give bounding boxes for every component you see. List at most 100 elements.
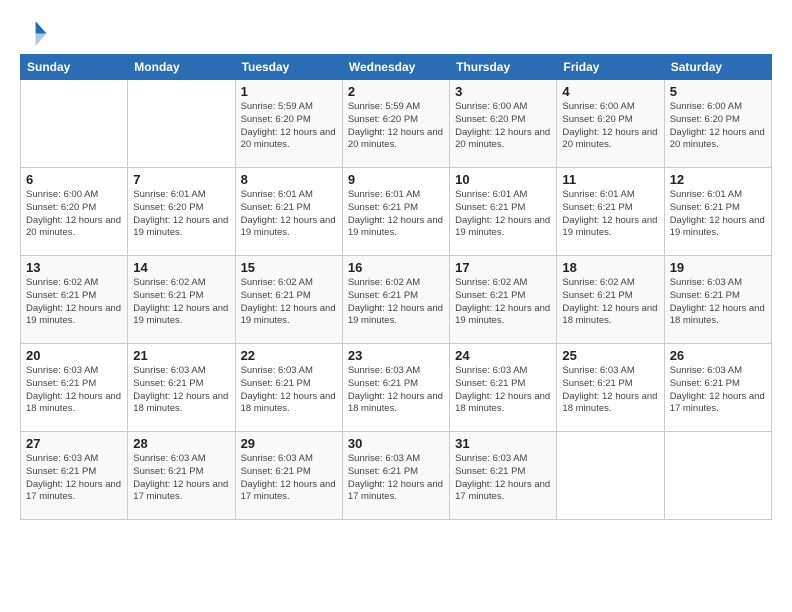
day-info: Sunrise: 6:03 AM Sunset: 6:21 PM Dayligh… bbox=[348, 453, 444, 504]
day-info: Sunrise: 6:00 AM Sunset: 6:20 PM Dayligh… bbox=[455, 101, 551, 152]
calendar-day-cell: 12 Sunrise: 6:01 AM Sunset: 6:21 PM Dayli… bbox=[664, 168, 771, 256]
calendar-day-cell: 8 Sunrise: 6:01 AM Sunset: 6:21 PM Daylig… bbox=[235, 168, 342, 256]
day-number: 14 bbox=[133, 260, 229, 275]
day-number: 11 bbox=[562, 172, 658, 187]
page: SundayMondayTuesdayWednesdayThursdayFrid… bbox=[0, 0, 792, 612]
day-info: Sunrise: 6:02 AM Sunset: 6:21 PM Dayligh… bbox=[241, 277, 337, 328]
calendar-day-cell: 18Sunrise: 6:02 AM Sunset: 6:21 PM Dayli… bbox=[557, 256, 664, 344]
calendar-day-cell: 26Sunrise: 6:03 AM Sunset: 6:21 PM Dayli… bbox=[664, 344, 771, 432]
day-info: Sunrise: 6:01 AM Sunset: 6:21 PM Dayligh… bbox=[455, 189, 551, 240]
day-number: 2 bbox=[348, 84, 444, 99]
day-info: Sunrise: 6:03 AM Sunset: 6:21 PM Dayligh… bbox=[455, 453, 551, 504]
calendar-day-cell: 19 Sunrise: 6:03 AM Sunset: 6:21 PM Dayli… bbox=[664, 256, 771, 344]
day-number: 24 bbox=[455, 348, 551, 363]
day-number: 5 bbox=[670, 84, 766, 99]
calendar-week-row: 27 Sunrise: 6:03 AM Sunset: 6:21 PM Dayli… bbox=[21, 432, 772, 520]
weekday-header: Monday bbox=[128, 55, 235, 80]
calendar-day-cell: 7 Sunrise: 6:01 AM Sunset: 6:20 PM Daylig… bbox=[128, 168, 235, 256]
day-info: Sunrise: 6:03 AM Sunset: 6:21 PM Dayligh… bbox=[133, 453, 229, 504]
day-info: Sunrise: 5:59 AM Sunset: 6:20 PM Dayligh… bbox=[241, 101, 337, 152]
calendar-day-cell: 31Sunrise: 6:03 AM Sunset: 6:21 PM Dayli… bbox=[450, 432, 557, 520]
day-number: 25 bbox=[562, 348, 658, 363]
calendar-day-cell: 1 Sunrise: 5:59 AM Sunset: 6:20 PM Daylig… bbox=[235, 80, 342, 168]
calendar-day-cell: 16Sunrise: 6:02 AM Sunset: 6:21 PM Dayli… bbox=[342, 256, 449, 344]
day-number: 3 bbox=[455, 84, 551, 99]
day-info: Sunrise: 6:01 AM Sunset: 6:21 PM Dayligh… bbox=[348, 189, 444, 240]
header bbox=[20, 18, 772, 46]
day-number: 10 bbox=[455, 172, 551, 187]
day-info: Sunrise: 6:03 AM Sunset: 6:21 PM Dayligh… bbox=[670, 277, 766, 328]
day-number: 21 bbox=[133, 348, 229, 363]
calendar-day-cell: 6Sunrise: 6:00 AM Sunset: 6:20 PM Daylig… bbox=[21, 168, 128, 256]
day-info: Sunrise: 6:03 AM Sunset: 6:21 PM Dayligh… bbox=[26, 453, 122, 504]
day-info: Sunrise: 6:03 AM Sunset: 6:21 PM Dayligh… bbox=[241, 365, 337, 416]
day-number: 19 bbox=[670, 260, 766, 275]
weekday-header: Tuesday bbox=[235, 55, 342, 80]
calendar-week-row: 6Sunrise: 6:00 AM Sunset: 6:20 PM Daylig… bbox=[21, 168, 772, 256]
day-info: Sunrise: 6:02 AM Sunset: 6:21 PM Dayligh… bbox=[455, 277, 551, 328]
logo bbox=[20, 18, 50, 46]
day-number: 30 bbox=[348, 436, 444, 451]
calendar-day-cell: 23Sunrise: 6:03 AM Sunset: 6:21 PM Dayli… bbox=[342, 344, 449, 432]
day-number: 15 bbox=[241, 260, 337, 275]
calendar-day-cell: 17 Sunrise: 6:02 AM Sunset: 6:21 PM Dayli… bbox=[450, 256, 557, 344]
day-info: Sunrise: 6:01 AM Sunset: 6:21 PM Dayligh… bbox=[562, 189, 658, 240]
day-number: 18 bbox=[562, 260, 658, 275]
weekday-header: Friday bbox=[557, 55, 664, 80]
day-info: Sunrise: 6:02 AM Sunset: 6:21 PM Dayligh… bbox=[133, 277, 229, 328]
calendar-day-cell: 24Sunrise: 6:03 AM Sunset: 6:21 PM Dayli… bbox=[450, 344, 557, 432]
calendar-day-cell: 15 Sunrise: 6:02 AM Sunset: 6:21 PM Dayli… bbox=[235, 256, 342, 344]
day-number: 28 bbox=[133, 436, 229, 451]
day-number: 7 bbox=[133, 172, 229, 187]
day-number: 8 bbox=[241, 172, 337, 187]
day-number: 27 bbox=[26, 436, 122, 451]
calendar-day-cell: 9 Sunrise: 6:01 AM Sunset: 6:21 PM Daylig… bbox=[342, 168, 449, 256]
day-info: Sunrise: 6:03 AM Sunset: 6:21 PM Dayligh… bbox=[133, 365, 229, 416]
day-info: Sunrise: 6:01 AM Sunset: 6:20 PM Dayligh… bbox=[133, 189, 229, 240]
calendar-day-cell: 28 Sunrise: 6:03 AM Sunset: 6:21 PM Dayli… bbox=[128, 432, 235, 520]
day-number: 6 bbox=[26, 172, 122, 187]
logo-icon bbox=[20, 18, 48, 46]
day-number: 1 bbox=[241, 84, 337, 99]
day-info: Sunrise: 6:03 AM Sunset: 6:21 PM Dayligh… bbox=[562, 365, 658, 416]
calendar-day-cell: 22 Sunrise: 6:03 AM Sunset: 6:21 PM Dayli… bbox=[235, 344, 342, 432]
calendar-day-cell bbox=[128, 80, 235, 168]
day-number: 17 bbox=[455, 260, 551, 275]
calendar-day-cell bbox=[557, 432, 664, 520]
day-info: Sunrise: 6:01 AM Sunset: 6:21 PM Dayligh… bbox=[241, 189, 337, 240]
day-number: 4 bbox=[562, 84, 658, 99]
calendar: SundayMondayTuesdayWednesdayThursdayFrid… bbox=[20, 54, 772, 520]
day-info: Sunrise: 6:00 AM Sunset: 6:20 PM Dayligh… bbox=[670, 101, 766, 152]
calendar-week-row: 20 Sunrise: 6:03 AM Sunset: 6:21 PM Dayli… bbox=[21, 344, 772, 432]
calendar-day-cell bbox=[664, 432, 771, 520]
calendar-day-cell: 20 Sunrise: 6:03 AM Sunset: 6:21 PM Dayli… bbox=[21, 344, 128, 432]
weekday-header: Sunday bbox=[21, 55, 128, 80]
calendar-day-cell: 25 Sunrise: 6:03 AM Sunset: 6:21 PM Dayli… bbox=[557, 344, 664, 432]
calendar-day-cell: 13Sunrise: 6:02 AM Sunset: 6:21 PM Dayli… bbox=[21, 256, 128, 344]
calendar-day-cell: 4Sunrise: 6:00 AM Sunset: 6:20 PM Daylig… bbox=[557, 80, 664, 168]
calendar-day-cell: 21 Sunrise: 6:03 AM Sunset: 6:21 PM Dayli… bbox=[128, 344, 235, 432]
day-info: Sunrise: 6:02 AM Sunset: 6:21 PM Dayligh… bbox=[26, 277, 122, 328]
day-info: Sunrise: 6:01 AM Sunset: 6:21 PM Dayligh… bbox=[670, 189, 766, 240]
day-number: 22 bbox=[241, 348, 337, 363]
calendar-header-row: SundayMondayTuesdayWednesdayThursdayFrid… bbox=[21, 55, 772, 80]
calendar-day-cell: 10 Sunrise: 6:01 AM Sunset: 6:21 PM Dayli… bbox=[450, 168, 557, 256]
day-number: 16 bbox=[348, 260, 444, 275]
calendar-day-cell: 3 Sunrise: 6:00 AM Sunset: 6:20 PM Daylig… bbox=[450, 80, 557, 168]
calendar-day-cell: 29Sunrise: 6:03 AM Sunset: 6:21 PM Dayli… bbox=[235, 432, 342, 520]
calendar-week-row: 13Sunrise: 6:02 AM Sunset: 6:21 PM Dayli… bbox=[21, 256, 772, 344]
calendar-day-cell: 27 Sunrise: 6:03 AM Sunset: 6:21 PM Dayli… bbox=[21, 432, 128, 520]
day-number: 26 bbox=[670, 348, 766, 363]
day-number: 20 bbox=[26, 348, 122, 363]
day-number: 9 bbox=[348, 172, 444, 187]
weekday-header: Saturday bbox=[664, 55, 771, 80]
day-number: 29 bbox=[241, 436, 337, 451]
calendar-day-cell: 14 Sunrise: 6:02 AM Sunset: 6:21 PM Dayli… bbox=[128, 256, 235, 344]
day-info: Sunrise: 6:03 AM Sunset: 6:21 PM Dayligh… bbox=[26, 365, 122, 416]
calendar-week-row: 1 Sunrise: 5:59 AM Sunset: 6:20 PM Daylig… bbox=[21, 80, 772, 168]
calendar-day-cell: 30 Sunrise: 6:03 AM Sunset: 6:21 PM Dayli… bbox=[342, 432, 449, 520]
day-number: 12 bbox=[670, 172, 766, 187]
weekday-header: Wednesday bbox=[342, 55, 449, 80]
calendar-day-cell bbox=[21, 80, 128, 168]
day-number: 23 bbox=[348, 348, 444, 363]
